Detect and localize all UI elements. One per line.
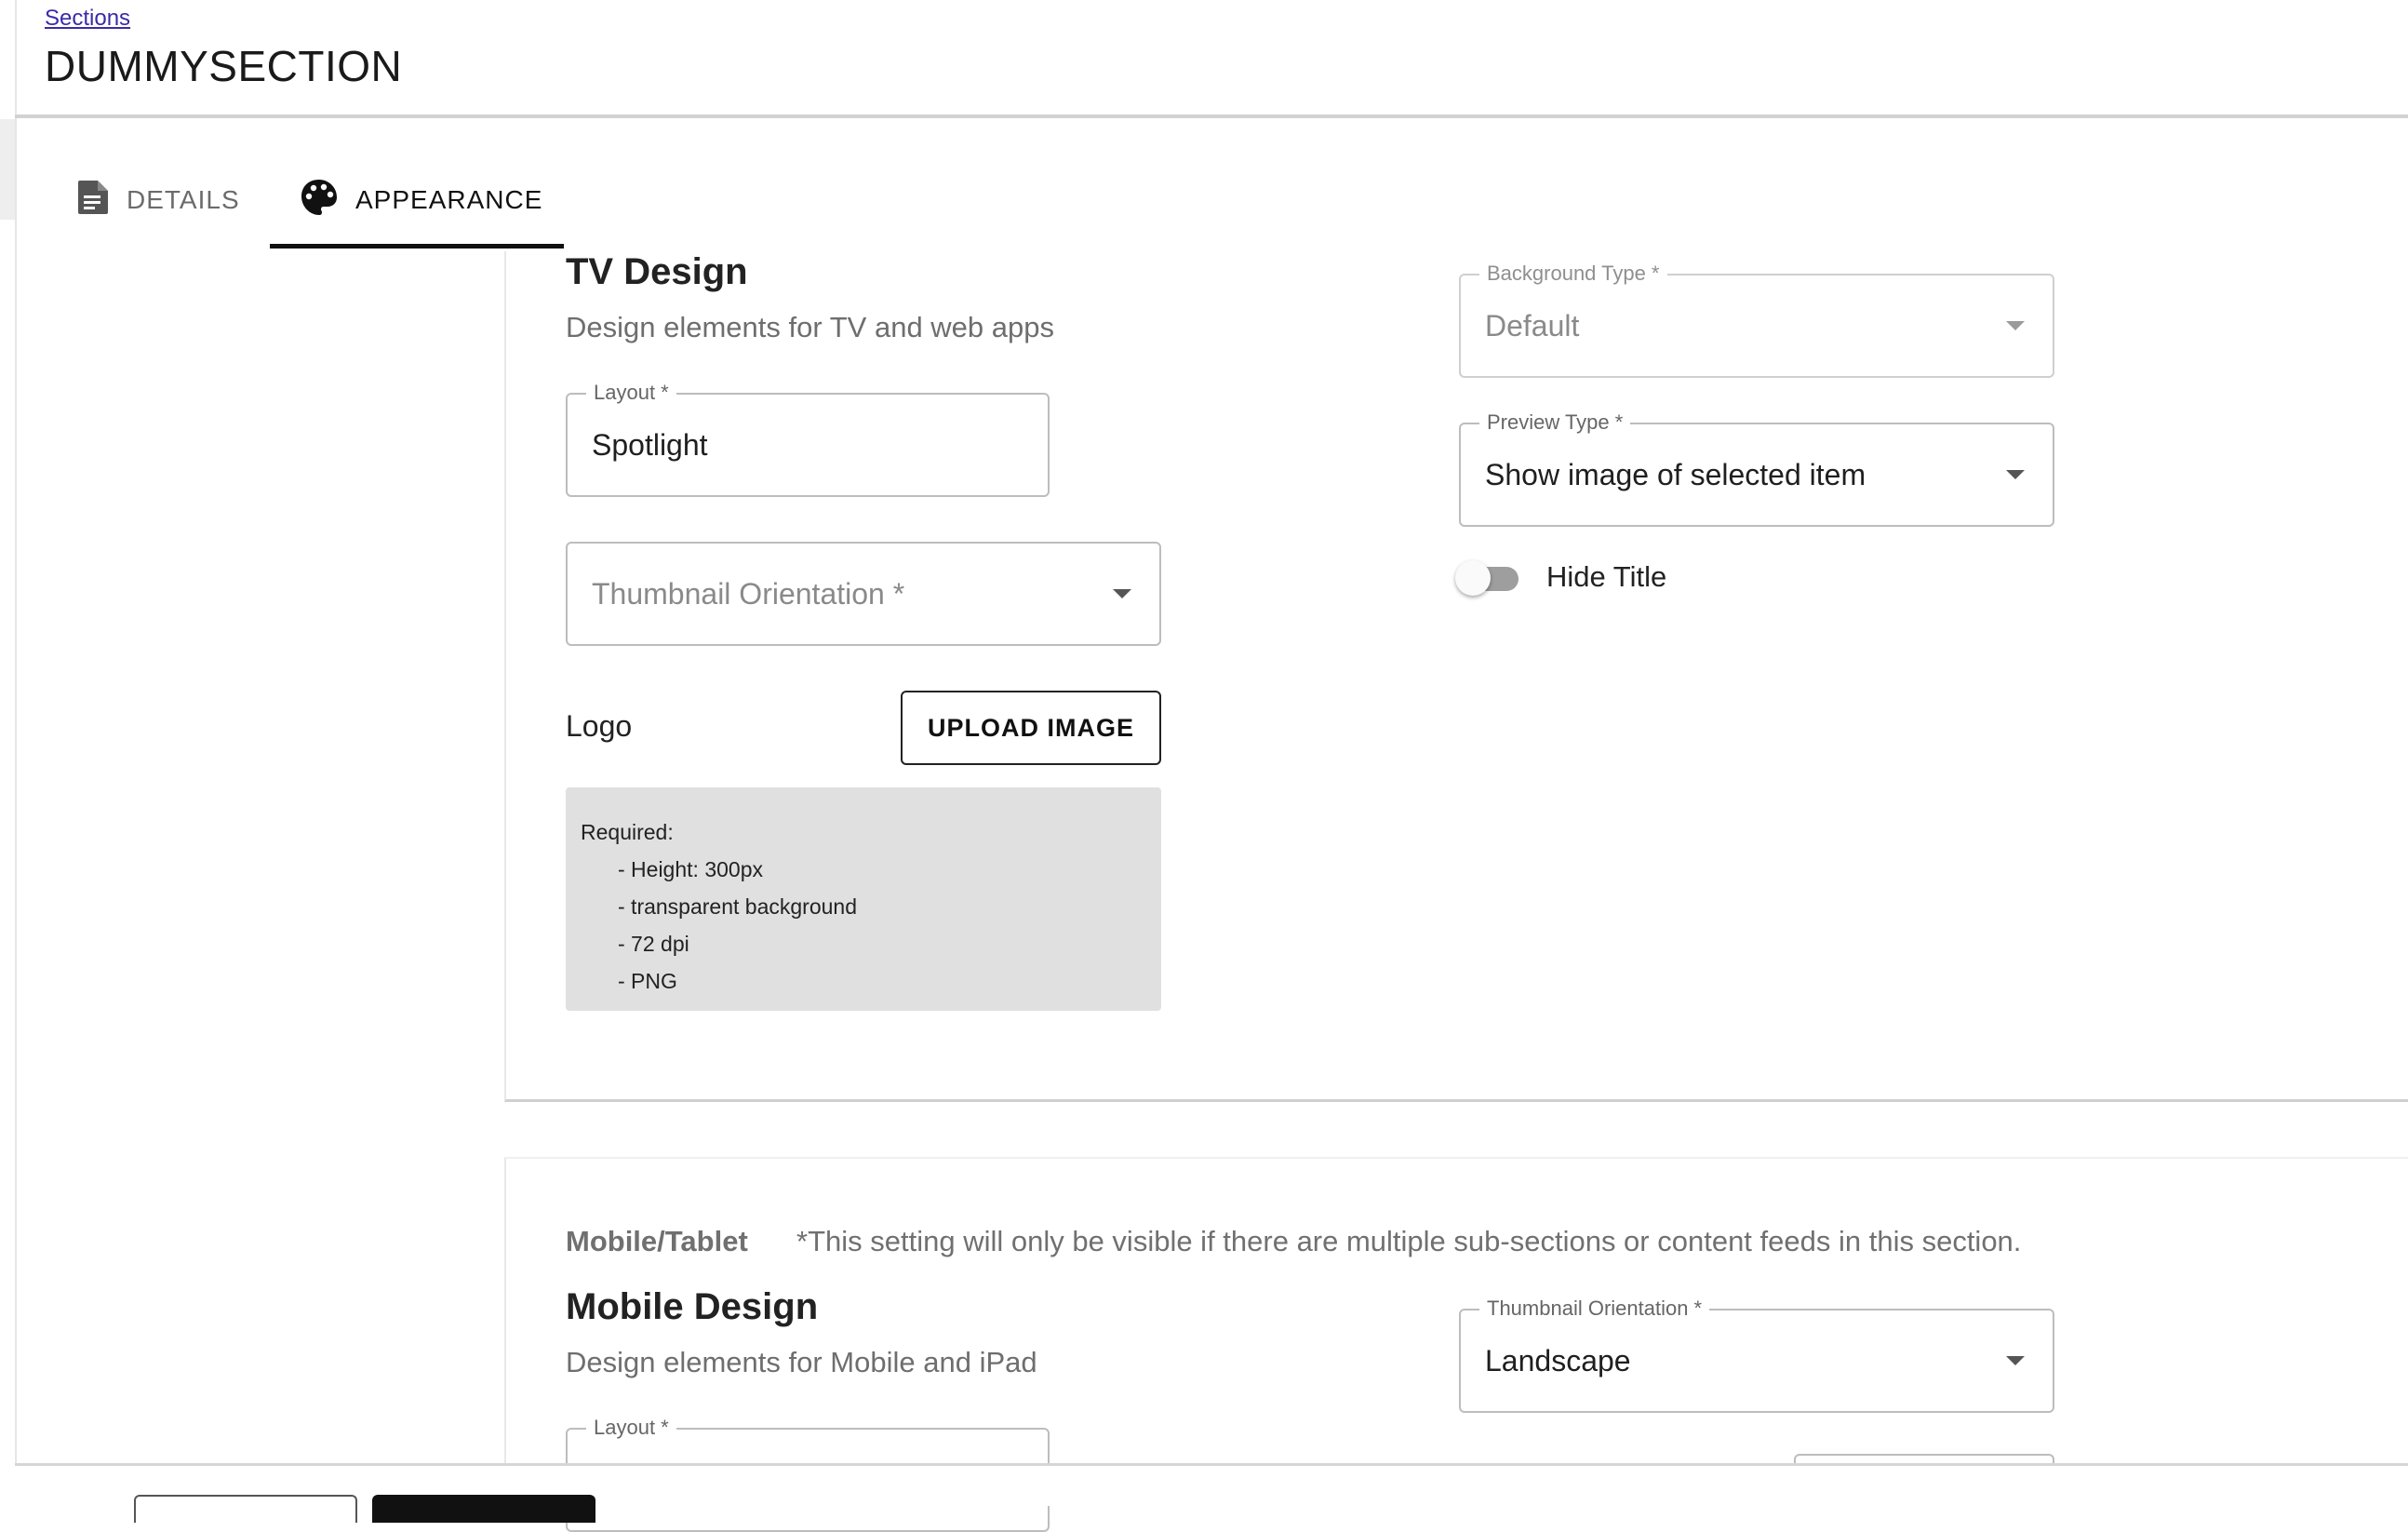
background-type-select[interactable]: Background Type * Default (1459, 262, 2054, 378)
palette-icon (300, 178, 339, 223)
tv-thumbnail-orientation-placeholder: Thumbnail Orientation * (592, 576, 905, 611)
background-type-value: Default (1485, 308, 1580, 343)
mobile-thumbnail-orientation-value: Landscape (1485, 1343, 1631, 1377)
requirement-item: - 72 dpi (618, 932, 689, 956)
active-tab-indicator (270, 244, 564, 249)
tab-appearance-label: APPEARANCE (355, 185, 543, 214)
tv-layout-field[interactable]: Layout * Spotlight (566, 381, 1050, 497)
requirement-item: - transparent background (618, 894, 857, 919)
mobile-design-title: Mobile Design (566, 1286, 819, 1327)
tv-design-subtitle: Design elements for TV and web apps (566, 311, 1055, 343)
tv-thumbnail-orientation-select[interactable]: Thumbnail Orientation * (566, 542, 1161, 646)
preview-type-select[interactable]: Preview Type * Show image of selected it… (1459, 410, 2054, 527)
tab-details-label: DETAILS (127, 185, 240, 214)
cancel-button[interactable] (134, 1495, 357, 1523)
tv-layout-value: Spotlight (592, 427, 708, 462)
chevron-down-icon (2006, 1356, 2025, 1365)
left-rail-tab (0, 119, 15, 220)
mobile-thumbnail-orientation-select[interactable]: Thumbnail Orientation * Landscape (1459, 1297, 2054, 1413)
hide-title-toggle[interactable] (1455, 558, 1530, 598)
logo-label: Logo (566, 709, 633, 743)
tv-design-title: TV Design (566, 251, 748, 292)
breadcrumb-sections-link[interactable]: Sections (45, 6, 130, 32)
mobile-layout-label: Layout * (586, 1416, 676, 1440)
preview-type-value: Show image of selected item (1485, 457, 1866, 491)
tab-appearance[interactable]: APPEARANCE (300, 149, 542, 251)
requirements-title: Required: (581, 820, 674, 844)
document-icon (76, 179, 110, 222)
logo-requirements-box: Required: - Height: 300px - transparent … (566, 787, 1161, 1011)
chevron-down-icon (1113, 589, 1131, 598)
hide-title-label: Hide Title (1546, 560, 1667, 593)
left-rail (15, 0, 17, 1506)
mobile-design-subtitle: Design elements for Mobile and iPad (566, 1346, 1037, 1378)
bottom-divider (15, 1463, 2408, 1466)
save-button[interactable] (372, 1495, 595, 1523)
page-title: DUMMYSECTION (45, 42, 403, 90)
mobile-tablet-tag: Mobile/Tablet (566, 1225, 748, 1257)
tab-details[interactable]: DETAILS (76, 149, 240, 251)
chevron-down-icon (2006, 470, 2025, 479)
requirement-item: - PNG (618, 969, 677, 993)
header-divider (15, 114, 2408, 118)
requirement-item: - Height: 300px (618, 857, 763, 881)
toggle-thumb (1455, 560, 1491, 596)
upload-image-button[interactable]: UPLOAD IMAGE (901, 691, 1161, 765)
chevron-down-icon (2006, 321, 2025, 330)
mobile-visibility-note: *This setting will only be visible if th… (796, 1225, 2022, 1257)
